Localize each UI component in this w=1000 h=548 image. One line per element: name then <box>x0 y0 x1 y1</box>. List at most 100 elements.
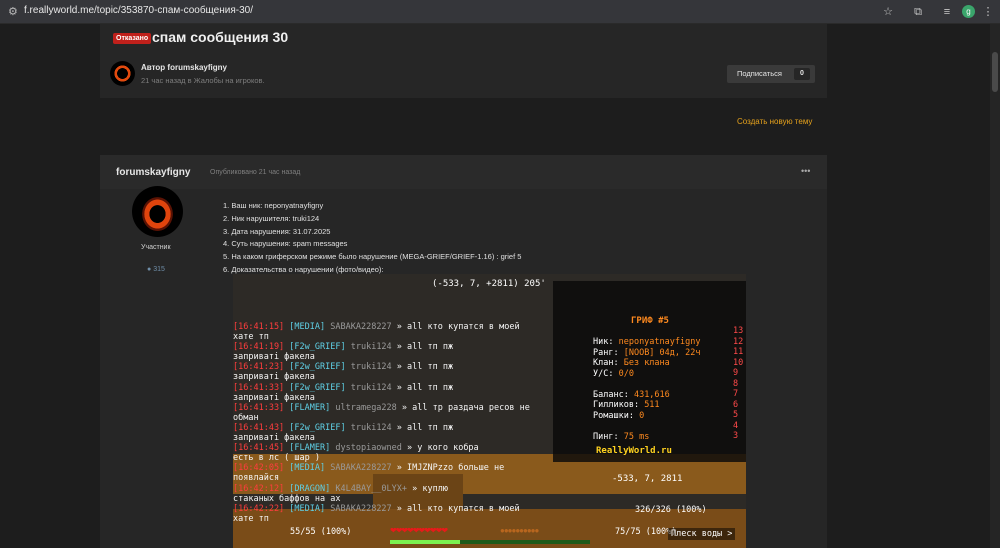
scoreboard-value: [NOOB] 04д, 22ч <box>623 347 701 358</box>
chat-msg: заприваті факела <box>233 433 315 444</box>
chat-name: truki124 <box>345 342 392 353</box>
chat-time: [16:41:43] <box>233 422 285 433</box>
subscribe-button[interactable]: Подписаться 0 <box>727 65 815 83</box>
scoreboard-line: Пинг: 75 ms <box>593 432 700 443</box>
browser-menu-icon[interactable]: ⋮ <box>980 4 996 20</box>
scoreboard-value: neponyatnayfigny <box>618 337 701 347</box>
bookmark-star-icon[interactable]: ☆ <box>880 4 896 20</box>
chat-line: появлайся <box>233 473 583 483</box>
scrollbar-thumb[interactable] <box>992 52 998 92</box>
chat-msg: есть в лс ( шар ) <box>233 453 320 464</box>
page-scrollbar[interactable] <box>990 24 1000 548</box>
post-count-value: 315 <box>153 266 165 273</box>
chat-tag: [F2w_GRIEF] <box>284 422 346 433</box>
post-body: 1. Ваш ник: neponyatnayfigny 2. Ник наруш… <box>223 200 521 277</box>
chat-time: [16:41:15] <box>233 322 285 332</box>
scoreboard-line: Ник: neponyatnayfigny <box>593 337 700 348</box>
scoreboard-line: Клан: Без клана <box>593 358 700 369</box>
chat-line: заприваті факела <box>233 433 583 443</box>
profile-avatar[interactable]: g <box>962 5 975 18</box>
chat-name: K4L4BAY__0LYX+ <box>330 483 408 494</box>
scoreboard-line: Ранг: [NOOB] 04д, 22ч <box>593 348 700 359</box>
scoreboard-line <box>593 421 700 432</box>
post-date: Опубликовано 21 час назад <box>210 169 301 176</box>
chat-name: truki124 <box>345 422 392 433</box>
scoreboard-label <box>593 379 598 389</box>
chat-msg: » all кто купатся в моей <box>391 322 520 332</box>
scoreboard-number: 13 <box>733 326 744 336</box>
chat-line: [16:41:33] [FLAMER] ultramega228 » all т… <box>233 403 583 413</box>
scoreboard-value: Без клана <box>623 358 670 368</box>
scoreboard-number: 6 <box>733 399 739 410</box>
post-body-line: 1. Ваш ник: neponyatnayfigny <box>223 201 324 210</box>
chat-line: обман <box>233 413 583 423</box>
post-avatar[interactable] <box>132 186 183 237</box>
chat-msg: » all тп пж <box>391 342 454 353</box>
chat-line: [16:42:12] [DRAGON] K4L4BAY__0LYX+ » куп… <box>233 484 583 494</box>
create-topic-link[interactable]: Создать новую тему <box>737 117 812 126</box>
chat-msg: » all кто купатся в моей <box>391 503 520 514</box>
scoreboard-label: Ник: <box>593 337 619 347</box>
status-badge: Отказано <box>113 33 152 44</box>
scoreboard-number: 3 <box>733 431 739 441</box>
chat-name: truki124 <box>345 382 392 393</box>
xp-bar <box>390 540 590 544</box>
media-controls-icon[interactable]: ≡ <box>939 4 955 20</box>
chat-time: [16:41:23] <box>233 362 285 373</box>
game-chat: [16:41:15] [MEDIA] SABAKA228227 » all кт… <box>233 322 583 524</box>
chat-line: [16:41:43] [F2w_GRIEF] truki124 » all тп… <box>233 423 583 433</box>
scoreboard-value: 0/0 <box>618 368 634 379</box>
post-body-line: 2. Ник нарушителя: truki124 <box>223 213 320 223</box>
page-title: спам сообщения 30 <box>152 29 289 45</box>
chat-line: хате тп <box>233 514 583 524</box>
chat-time: [16:41:45] <box>233 443 285 454</box>
coordinates-readout: (-533, 7, +2811) 205' <box>432 279 546 289</box>
post-menu-icon[interactable]: ••• <box>801 166 810 176</box>
chat-time: [16:41:19] <box>233 342 285 353</box>
chat-msg: стаканых баффов на ах <box>233 493 341 504</box>
chat-time: [16:41:33] <box>233 402 285 413</box>
scoreboard-numbers: 13 12 11 10 9 8 7 6 5 4 3 <box>733 326 743 442</box>
browser-toolbar: ⚙ f.reallyworld.me/topic/353870-спам-соо… <box>0 0 1000 24</box>
chat-name: SABAKA228227 <box>325 503 392 514</box>
address-bar[interactable]: f.reallyworld.me/topic/353870-спам-сообщ… <box>24 5 253 16</box>
xp-fill <box>390 540 460 544</box>
scoreboard-line: Гилликов: 511 <box>593 400 700 411</box>
extensions-icon[interactable]: ⧉ <box>910 4 926 20</box>
scoreboard-label: Ранг: <box>593 347 624 358</box>
chat-msg: заприваті факела <box>233 392 315 403</box>
chat-tag: [MEDIA] <box>284 503 326 514</box>
post-author[interactable]: forumskayfigny <box>116 167 190 178</box>
chat-time: [16:42:22] <box>233 503 285 514</box>
chat-msg: » all тп пж <box>391 422 454 433</box>
author-avatar[interactable] <box>110 61 135 86</box>
player-health: 55/55 (100%) <box>290 527 352 537</box>
topic-author[interactable]: Автор forumskayfigny <box>141 63 227 72</box>
scoreboard-line: У/С: 0/0 <box>593 369 700 380</box>
target-health: 326/326 (100%) <box>635 505 707 515</box>
position-readout: -533, 7, 2811 <box>612 474 683 484</box>
chat-line: [16:42:05] [MEDIA] SABAKA228227 » IMJZNP… <box>233 463 583 473</box>
scoreboard-label: Пинг: <box>593 431 624 442</box>
chat-time: [16:41:33] <box>233 382 285 393</box>
chat-line: [16:41:45] [FLAMER] dystopiaowned » у ко… <box>233 443 583 453</box>
scoreboard-lines: Ник: neponyatnayfigny Ранг: [NOOB] 04д, 2… <box>593 337 700 442</box>
post-body-line: 4. Суть нарушения: spam messages <box>223 239 348 249</box>
chat-time: [16:42:05] <box>233 463 285 474</box>
chat-tag: [MEDIA] <box>284 322 326 332</box>
scoreboard-value: 0 <box>639 410 645 421</box>
chat-name: truki124 <box>345 362 392 373</box>
chat-tag: [F2w_GRIEF] <box>284 362 346 373</box>
chat-msg: хате тп <box>233 332 269 343</box>
site-settings-icon[interactable]: ⚙ <box>8 5 22 19</box>
chat-line: [16:41:33] [F2w_GRIEF] truki124 » all тп… <box>233 383 583 393</box>
scoreboard-label: Баланс: <box>593 389 634 400</box>
chat-tag: [F2w_GRIEF] <box>284 342 346 353</box>
scoreboard-label: Гилликов: <box>593 400 645 410</box>
post-body-line: 5. На каком гриферском режиме было наруш… <box>223 252 522 262</box>
chat-tag: [DRAGON] <box>284 483 331 494</box>
scoreboard-number: 10 <box>733 357 744 368</box>
scoreboard-site: ReallyWorld.ru <box>596 446 672 456</box>
chat-msg: » all тп пж <box>391 362 454 373</box>
chat-line: заприваті факела <box>233 393 583 403</box>
